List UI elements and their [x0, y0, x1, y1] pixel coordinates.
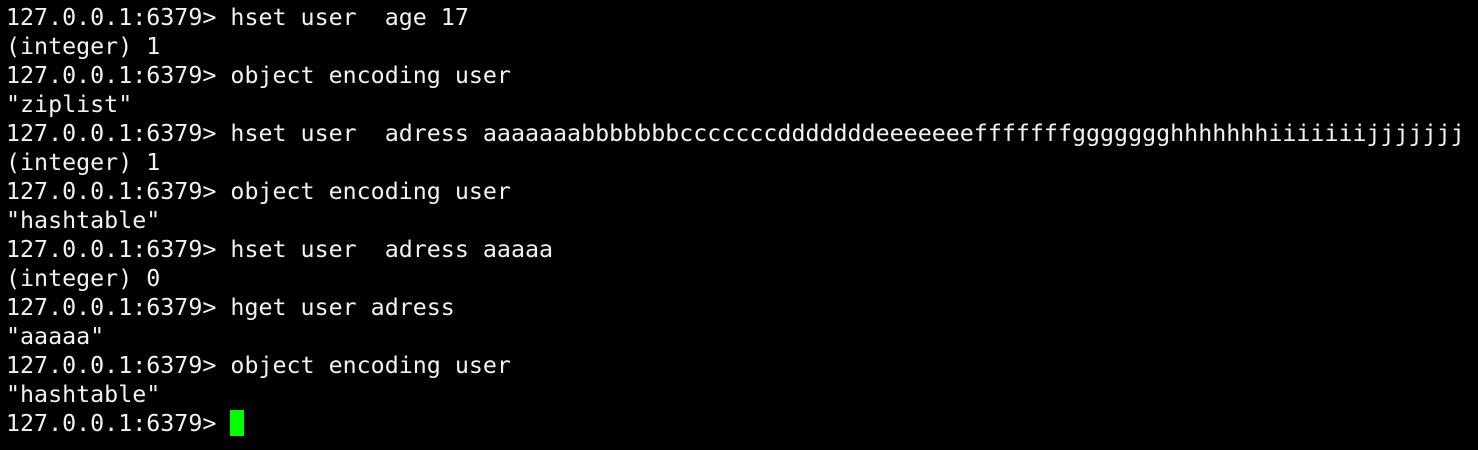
terminal-cursor — [230, 410, 245, 436]
terminal-prompt: 127.0.0.1:6379> — [6, 294, 231, 321]
terminal-output-line: (integer) 1 — [6, 148, 1478, 177]
terminal-command-line: 127.0.0.1:6379> hget user adress — [6, 293, 1478, 322]
terminal-output-line: "hashtable" — [6, 206, 1478, 235]
terminal-command-text: hset user adress aaaaa — [230, 236, 554, 263]
terminal-prompt: 127.0.0.1:6379> — [6, 236, 231, 263]
terminal-command-text: object encoding user — [230, 178, 511, 205]
terminal-output-text: "aaaaa" — [6, 323, 105, 350]
terminal-output-text: "hashtable" — [6, 207, 161, 234]
terminal-output-line: "aaaaa" — [6, 322, 1478, 351]
terminal-output-text: "hashtable" — [6, 381, 161, 408]
terminal-output-line: "hashtable" — [6, 380, 1478, 409]
terminal-command-text: object encoding user — [230, 62, 511, 89]
terminal-prompt: 127.0.0.1:6379> — [6, 120, 231, 147]
terminal-command-line: 127.0.0.1:6379> object encoding user — [6, 351, 1478, 380]
terminal-command-line: 127.0.0.1:6379> hset user adress aaaaaaa… — [6, 119, 1478, 148]
terminal-command-line: 127.0.0.1:6379> hset user adress aaaaa — [6, 235, 1478, 264]
terminal-command-text: hget user adress — [230, 294, 455, 321]
terminal-output-text: (integer) 0 — [6, 265, 161, 292]
terminal-output-line: (integer) 1 — [6, 32, 1478, 61]
terminal-history: 127.0.0.1:6379> hset user age 17 (integer… — [6, 3, 1478, 409]
terminal-command-line: 127.0.0.1:6379> object encoding user — [6, 61, 1478, 90]
terminal-prompt: 127.0.0.1:6379> — [6, 352, 231, 379]
terminal-output-text: (integer) 1 — [6, 33, 161, 60]
terminal-prompt: 127.0.0.1:6379> — [6, 4, 231, 31]
terminal-prompt: 127.0.0.1:6379> — [6, 178, 231, 205]
terminal-prompt: 127.0.0.1:6379> — [6, 62, 231, 89]
terminal-output-line: "ziplist" — [6, 90, 1478, 119]
terminal-output-text: "ziplist" — [6, 91, 133, 118]
terminal-output-text: (integer) 1 — [6, 149, 161, 176]
terminal-command-line: 127.0.0.1:6379> object encoding user — [6, 177, 1478, 206]
terminal-command-text: hset user age 17 — [230, 4, 469, 31]
terminal-window[interactable]: 127.0.0.1:6379> hset user age 17 (integer… — [0, 0, 1478, 450]
terminal-output-line: (integer) 0 — [6, 264, 1478, 293]
terminal-command-line: 127.0.0.1:6379> hset user age 17 — [6, 3, 1478, 32]
terminal-command-text: object encoding user — [230, 352, 511, 379]
terminal-input-line[interactable]: 127.0.0.1:6379> — [6, 409, 1478, 438]
terminal-prompt: 127.0.0.1:6379> — [6, 410, 231, 437]
terminal-command-text: hset user adress aaaaaaabbbbbbbcccccccdd… — [230, 120, 1465, 147]
